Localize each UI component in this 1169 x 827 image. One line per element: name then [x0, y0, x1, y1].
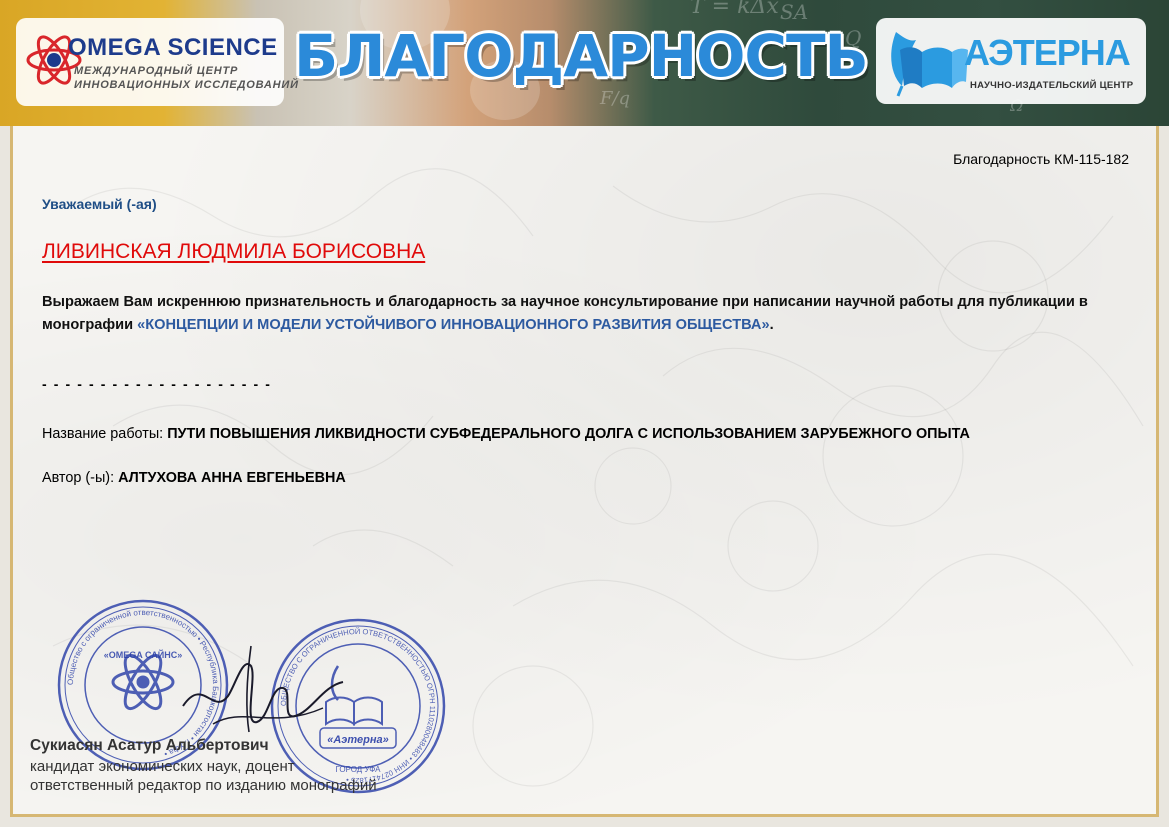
signatory-name: Сукиасян Асатур Альбертович: [30, 737, 269, 754]
document-number: Благодарность КМ-115-182: [953, 151, 1129, 167]
message-end: .: [769, 317, 774, 333]
decor-chalk-formula: F/q: [600, 88, 631, 109]
aeterna-stamp-city: ГОРОД УФА: [335, 765, 381, 774]
omega-logo-subtitle: ИННОВАЦИОННЫХ ИССЛЕДОВАНИЙ: [74, 79, 299, 91]
omega-science-logo: OMEGA SCIENCE МЕЖДУНАРОДНЫЙ ЦЕНТР ИННОВА…: [16, 18, 298, 106]
omega-logo-subtitle: МЕЖДУНАРОДНЫЙ ЦЕНТР: [74, 65, 239, 77]
monograph-title: «КОНЦЕПЦИИ И МОДЕЛИ УСТОЙЧИВОГО ИННОВАЦИ…: [137, 317, 770, 333]
greeting: Уважаемый (-ая): [42, 196, 157, 212]
work-title: ПУТИ ПОВЫШЕНИЯ ЛИКВИДНОСТИ СУБФЕДЕРАЛЬНО…: [167, 426, 970, 442]
omega-stamp-center-text: «OMEGA САЙНС»: [104, 649, 182, 660]
author-line: Автор (-ы): АЛТУХОВА АННА ЕВГЕНЬЕВНА: [42, 470, 346, 486]
decor-chalk-formula: T = kΔx: [690, 0, 779, 19]
signatory-degree: кандидат экономических наук, доцент: [30, 758, 295, 775]
book-quill-icon: [891, 32, 968, 97]
aeterna-logo-name: АЭТЕРНА: [964, 32, 1131, 73]
signature: [182, 645, 344, 733]
omega-logo-name: OMEGA SCIENCE: [68, 34, 278, 61]
work-label: Название работы:: [42, 426, 168, 442]
work-title-line: Название работы: ПУТИ ПОВЫШЕНИЯ ЛИКВИДНО…: [42, 426, 970, 442]
certificate-body: Благодарность КМ-115-182 Уважаемый (-ая)…: [10, 126, 1159, 817]
decor-chalk-formula: SA: [780, 0, 809, 24]
author-name: АЛТУХОВА АННА ЕВГЕНЬЕВНА: [118, 470, 346, 486]
recipient-name: ЛИВИНСКАЯ ЛЮДМИЛА БОРИСОВНА: [42, 240, 426, 263]
gratitude-message: Выражаем Вам искреннюю признательность и…: [42, 291, 1132, 337]
author-label: Автор (-ы):: [42, 470, 119, 486]
separator-line: - - - - - - - - - - - - - - - - - - - -: [42, 376, 272, 392]
aeterna-logo-subtitle: НАУЧНО-ИЗДАТЕЛЬСКИЙ ЦЕНТР: [970, 80, 1134, 91]
aeterna-logo: АЭТЕРНА НАУЧНО-ИЗДАТЕЛЬСКИЙ ЦЕНТР: [876, 18, 1146, 104]
signatory-role: ответственный редактор по изданию моногр…: [30, 777, 377, 794]
certificate-title: БЛАГОДАРНОСТЬ: [294, 22, 869, 90]
header-banner: T = kΔx SA Q F/q Ω OMEGA SCIENCE МЕЖДУНА…: [0, 0, 1169, 126]
